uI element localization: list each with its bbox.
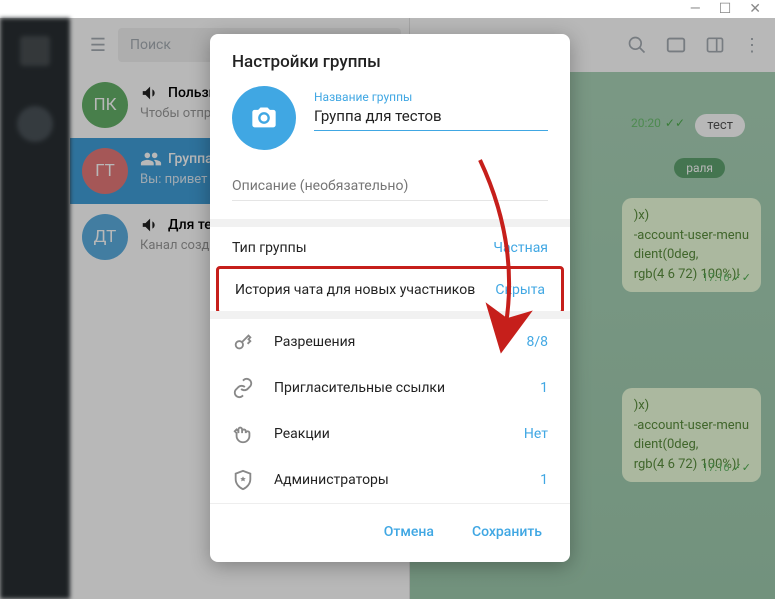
group-type-row[interactable]: Тип группы Частная <box>210 227 570 269</box>
row-value: Нет <box>524 426 548 442</box>
maximize-button[interactable]: ☐ <box>719 1 732 17</box>
cancel-button[interactable]: Отмена <box>370 516 448 548</box>
group-description-input[interactable] <box>232 172 548 201</box>
row-label: Пригласительные ссылки <box>274 380 445 396</box>
row-value: 8/8 <box>526 334 548 350</box>
set-photo-button[interactable] <box>232 86 296 150</box>
row-label: Тип группы <box>232 240 307 256</box>
key-icon <box>232 331 254 353</box>
close-button[interactable]: ✕ <box>749 1 761 17</box>
shield-star-icon <box>232 469 254 491</box>
row-value: 1 <box>540 472 548 488</box>
save-button[interactable]: Сохранить <box>458 516 556 548</box>
minimize-button[interactable]: — <box>690 1 701 17</box>
admins-row[interactable]: Администраторы 1 <box>210 457 570 504</box>
row-value: Скрыта <box>495 282 545 298</box>
row-value: Частная <box>493 240 548 256</box>
chat-history-row[interactable]: История чата для новых участников Скрыта <box>219 269 561 311</box>
row-value: 1 <box>540 380 548 396</box>
row-label: Разрешения <box>274 334 355 350</box>
group-settings-modal: Настройки группы Название группы Тип гру… <box>210 34 570 562</box>
link-icon <box>232 377 254 399</box>
invite-links-row[interactable]: Пригласительные ссылки 1 <box>210 365 570 411</box>
reactions-row[interactable]: Реакции Нет <box>210 411 570 457</box>
row-label: Реакции <box>274 426 330 442</box>
camera-icon <box>250 104 278 132</box>
group-name-label: Название группы <box>314 90 548 104</box>
wave-icon <box>232 423 254 445</box>
permissions-row[interactable]: Разрешения 8/8 <box>210 319 570 365</box>
window-titlebar: — ☐ ✕ <box>0 0 775 18</box>
row-label: История чата для новых участников <box>235 282 475 298</box>
modal-title: Настройки группы <box>210 34 570 82</box>
group-name-input[interactable] <box>314 104 548 131</box>
row-label: Администраторы <box>274 472 389 488</box>
